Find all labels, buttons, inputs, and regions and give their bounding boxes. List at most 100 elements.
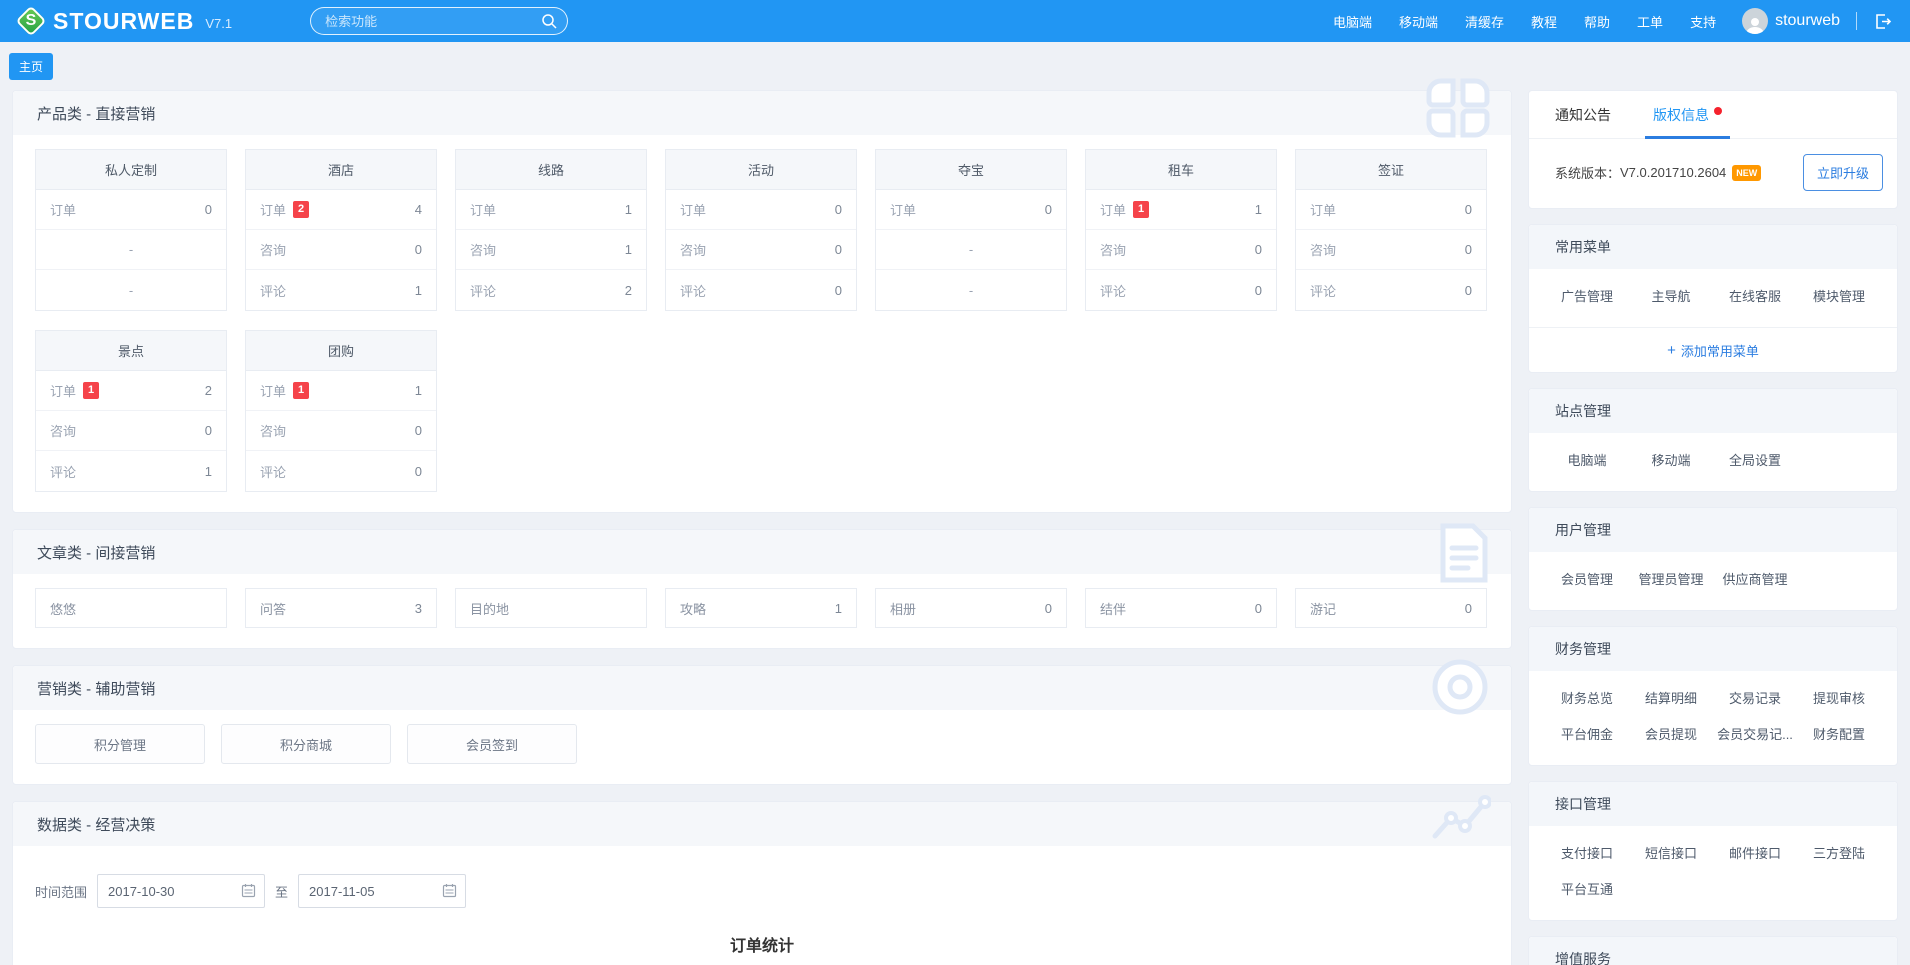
menu-item-platform-commission[interactable]: 平台佣金 [1545, 715, 1629, 751]
comment-row[interactable]: 评论 1 [246, 270, 436, 310]
logout-icon[interactable] [1873, 12, 1892, 31]
order-row[interactable]: 订单1 1 [1086, 190, 1276, 230]
site-manage-header: 站点管理 [1529, 389, 1897, 433]
comment-row[interactable]: 评论 0 [666, 270, 856, 310]
product-card-title[interactable]: 团购 [246, 331, 436, 371]
order-row[interactable]: 订单2 4 [246, 190, 436, 230]
consult-row[interactable]: 咨询 0 [246, 411, 436, 451]
nav-link-support[interactable]: 支持 [1690, 12, 1716, 31]
finance-manage-card: 财务管理 财务总览 结算明细 交易记录 提现审核 平台佣金 会员提现 会员交易记… [1528, 626, 1898, 766]
user-menu[interactable]: stourweb [1742, 8, 1840, 34]
date-from-input[interactable] [97, 874, 265, 908]
nav-link-tutorial[interactable]: 教程 [1531, 12, 1557, 31]
menu-item-transaction-record[interactable]: 交易记录 [1713, 679, 1797, 715]
product-card-title[interactable]: 线路 [456, 150, 646, 190]
menu-item-payment-api[interactable]: 支付接口 [1545, 834, 1629, 870]
menu-item-admin-manage[interactable]: 管理员管理 [1629, 560, 1713, 596]
menu-item-mobile-site[interactable]: 移动端 [1629, 441, 1713, 477]
article-item-companion[interactable]: 结伴0 [1085, 588, 1277, 628]
order-row[interactable]: 订单 0 [36, 190, 226, 230]
article-item-album[interactable]: 相册0 [875, 588, 1067, 628]
menu-item-email-api[interactable]: 邮件接口 [1713, 834, 1797, 870]
product-card-title[interactable]: 私人定制 [36, 150, 226, 190]
menu-item-thirdparty-login[interactable]: 三方登陆 [1797, 834, 1881, 870]
search-icon[interactable] [541, 13, 557, 29]
product-card-scenic: 景点 订单1 2 咨询 0 评论 1 [35, 330, 227, 492]
menu-item-global-settings[interactable]: 全局设置 [1713, 441, 1797, 477]
article-item-guide[interactable]: 攻略1 [665, 588, 857, 628]
product-card-title[interactable]: 活动 [666, 150, 856, 190]
product-card-title[interactable]: 夺宝 [876, 150, 1066, 190]
calendar-icon[interactable] [442, 883, 457, 898]
function-search [310, 7, 568, 35]
nav-link-mobile[interactable]: 移动端 [1399, 12, 1438, 31]
search-input[interactable] [310, 7, 568, 35]
article-panel: 文章类 - 间接营销 悠悠 问答3 目的地 攻略1 [12, 529, 1512, 649]
menu-item-withdraw-review[interactable]: 提现审核 [1797, 679, 1881, 715]
marketing-buttons: 积分管理 积分商城 会员签到 [35, 724, 1489, 764]
api-manage-grid: 支付接口 短信接口 邮件接口 三方登陆 平台互通 [1529, 826, 1897, 920]
member-signin-button[interactable]: 会员签到 [407, 724, 577, 764]
comment-row[interactable]: 评论 0 [1086, 270, 1276, 310]
nav-link-help[interactable]: 帮助 [1584, 12, 1610, 31]
product-card-title[interactable]: 酒店 [246, 150, 436, 190]
article-item-destination[interactable]: 目的地 [455, 588, 647, 628]
article-item-travelnotes[interactable]: 游记0 [1295, 588, 1487, 628]
new-order-badge: 1 [293, 382, 309, 399]
comment-row[interactable]: 评论 0 [1296, 270, 1486, 310]
consult-row[interactable]: 咨询 0 [246, 230, 436, 270]
order-row[interactable]: 订单 0 [876, 190, 1066, 230]
tab-copyright[interactable]: 版权信息 [1653, 91, 1722, 138]
points-manage-button[interactable]: 积分管理 [35, 724, 205, 764]
menu-item-ad-manage[interactable]: 广告管理 [1545, 277, 1629, 313]
comment-row[interactable]: 评论 2 [456, 270, 646, 310]
points-mall-button[interactable]: 积分商城 [221, 724, 391, 764]
menu-item-member-transaction[interactable]: 会员交易记... [1713, 715, 1797, 751]
consult-row[interactable]: 咨询 1 [456, 230, 646, 270]
date-to-input[interactable] [298, 874, 466, 908]
menu-item-platform-interop[interactable]: 平台互通 [1545, 870, 1629, 906]
article-panel-header: 文章类 - 间接营销 [13, 530, 1511, 574]
menu-item-settlement-detail[interactable]: 结算明细 [1629, 679, 1713, 715]
menu-item-pc-site[interactable]: 电脑端 [1545, 441, 1629, 477]
article-item-youyou[interactable]: 悠悠 [35, 588, 227, 628]
menu-item-main-nav[interactable]: 主导航 [1629, 277, 1713, 313]
order-row[interactable]: 订单 1 [456, 190, 646, 230]
menu-item-sms-api[interactable]: 短信接口 [1629, 834, 1713, 870]
consult-row[interactable]: 咨询 0 [1086, 230, 1276, 270]
product-card-title[interactable]: 景点 [36, 331, 226, 371]
order-row[interactable]: 订单 0 [666, 190, 856, 230]
order-row[interactable]: 订单1 2 [36, 371, 226, 411]
menu-item-member-withdraw[interactable]: 会员提现 [1629, 715, 1713, 751]
menu-item-module-manage[interactable]: 模块管理 [1797, 277, 1881, 313]
nav-link-ticket[interactable]: 工单 [1637, 12, 1663, 31]
menu-item-online-service[interactable]: 在线客服 [1713, 277, 1797, 313]
consult-row[interactable]: 咨询 0 [1296, 230, 1486, 270]
menu-item-finance-config[interactable]: 财务配置 [1797, 715, 1881, 751]
comment-row[interactable]: 评论 1 [36, 451, 226, 491]
nav-link-clear-cache[interactable]: 清缓存 [1465, 12, 1504, 31]
upgrade-button[interactable]: 立即升级 [1803, 154, 1883, 191]
product-card-group: 团购 订单1 1 咨询 0 评论 0 [245, 330, 437, 492]
product-card-title[interactable]: 租车 [1086, 150, 1276, 190]
api-manage-card: 接口管理 支付接口 短信接口 邮件接口 三方登陆 平台互通 [1528, 781, 1898, 921]
brand-logo[interactable]: S STOURWEB V7.1 [18, 8, 232, 35]
menu-item-supplier-manage[interactable]: 供应商管理 [1713, 560, 1797, 596]
nav-link-pc[interactable]: 电脑端 [1333, 12, 1372, 31]
order-row[interactable]: 订单 0 [1296, 190, 1486, 230]
comment-row[interactable]: 评论 0 [246, 451, 436, 491]
site-manage-card: 站点管理 电脑端 移动端 全局设置 [1528, 388, 1898, 492]
calendar-icon[interactable] [241, 883, 256, 898]
order-row[interactable]: 订单1 1 [246, 371, 436, 411]
menu-item-member-manage[interactable]: 会员管理 [1545, 560, 1629, 596]
tab-notice[interactable]: 通知公告 [1555, 91, 1611, 138]
chart-title: 订单统计 [35, 932, 1489, 956]
article-item-qa[interactable]: 问答3 [245, 588, 437, 628]
consult-row[interactable]: 咨询 0 [36, 411, 226, 451]
add-common-menu[interactable]: + 添加常用菜单 [1529, 327, 1897, 372]
menu-item-finance-overview[interactable]: 财务总览 [1545, 679, 1629, 715]
product-card-title[interactable]: 签证 [1296, 150, 1486, 190]
tab-home[interactable]: 主页 [9, 53, 53, 80]
tab-strip: 主页 [0, 42, 1910, 90]
consult-row[interactable]: 咨询 0 [666, 230, 856, 270]
